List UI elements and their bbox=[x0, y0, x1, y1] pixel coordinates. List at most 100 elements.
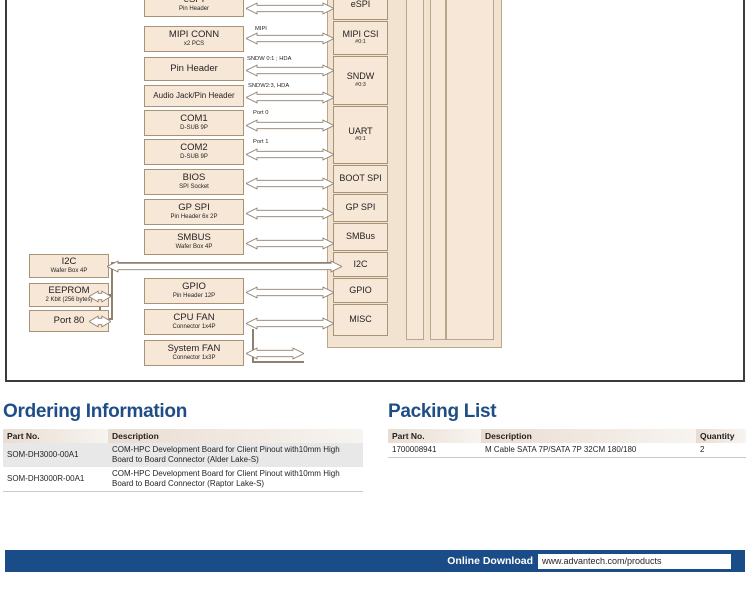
peripheral-box-title: EEPROM bbox=[48, 285, 90, 297]
module-box-title: Audio Jack/Pin Header bbox=[153, 90, 235, 100]
bidirectional-arrow-7 bbox=[246, 207, 334, 220]
bidirectional-arrow-5 bbox=[246, 148, 334, 161]
footer-bar: Online Download www.advantech.com/produc… bbox=[5, 550, 745, 572]
signal-cell-subtitle: #0:1 bbox=[355, 136, 366, 143]
signal-cell-1: MIPI CSI #0:1 bbox=[333, 21, 388, 55]
bidirectional-arrow-6 bbox=[246, 177, 334, 190]
bidirectional-arrow-14 bbox=[246, 347, 304, 360]
signal-cell-title: SMBus bbox=[345, 231, 375, 242]
peripheral-box-0: I2C Wafer Box 4P bbox=[29, 254, 109, 278]
bus-label-4: Port 0 bbox=[253, 110, 269, 116]
signal-cell-title: I2C bbox=[353, 258, 368, 269]
online-download-url[interactable]: www.advantech.com/products bbox=[538, 553, 731, 569]
ordering-table-header-row: Part No. Description bbox=[3, 429, 363, 443]
module-box-11: System FAN Connector 1x3P bbox=[144, 340, 244, 366]
signal-cell-2: SNDW #0:3 bbox=[333, 56, 388, 105]
module-box-8: SMBUS Wafer Box 4P bbox=[144, 229, 244, 255]
signal-cell-title: SNDW bbox=[346, 71, 375, 82]
signal-cell-subtitle: #0:1 bbox=[355, 39, 366, 46]
signal-cell-6: SMBus bbox=[333, 223, 388, 251]
signal-cell-title: eSPI bbox=[350, 0, 371, 10]
module-box-title: MIPI CONN bbox=[168, 29, 220, 41]
module-box-1: MIPI CONN x2 PCS bbox=[144, 26, 244, 52]
block-diagram-frame: #0:1 OCP Mezz Card Connector x1 eSPIPin … bbox=[5, 0, 745, 382]
module-box-subtitle: Connector 1x4P bbox=[172, 324, 216, 331]
bus-label-3: SNDW2:3, HDA bbox=[248, 83, 290, 89]
signal-cell-title: UART bbox=[348, 125, 373, 136]
module-box-subtitle: Wafer Box 4P bbox=[175, 244, 213, 251]
peripheral-box-subtitle: Wafer Box 4P bbox=[50, 268, 88, 275]
module-box-subtitle: Connector 1x3P bbox=[172, 355, 216, 362]
module-box-title: COM1 bbox=[180, 113, 208, 125]
module-box-subtitle: x2 PCS bbox=[183, 41, 205, 48]
bidirectional-arrow-11 bbox=[107, 260, 342, 273]
bidirectional-arrow-3 bbox=[246, 91, 334, 104]
signal-cell-8: GPIO bbox=[333, 278, 388, 303]
packing-table-header-row: Part No. Description Quantity bbox=[388, 429, 746, 443]
packing-cell-quantity: 2 bbox=[696, 443, 746, 458]
bus-label-2: SNDW 0:1 ; HDA bbox=[247, 56, 292, 62]
module-box-subtitle: Pin Header bbox=[178, 6, 210, 13]
bidirectional-arrow-8 bbox=[246, 237, 334, 250]
signal-cell-title: GPIO bbox=[349, 284, 372, 295]
module-box-7: GP SPI Pin Header 6x 2P bbox=[144, 199, 244, 225]
module-box-10: CPU FAN Connector 1x4P bbox=[144, 309, 244, 335]
ordering-cell-description: COM-HPC Development Board for Client Pin… bbox=[108, 443, 363, 467]
peripheral-box-title: I2C bbox=[61, 256, 77, 268]
ordering-table-row: SOM-DH3000-00A1 COM-HPC Development Board… bbox=[3, 443, 363, 467]
module-box-subtitle: D-SUB 9P bbox=[180, 154, 208, 161]
ordering-information-table: Part No. Description SOM-DH3000-00A1 COM-… bbox=[3, 429, 363, 492]
signal-cell-0: eSPI bbox=[333, 0, 388, 20]
soc-inner-column-b bbox=[430, 0, 446, 340]
module-box-title: Pin Header bbox=[170, 63, 218, 75]
ordering-cell-part-no: SOM-DH3000R-00A1 bbox=[3, 467, 108, 492]
module-box-2: Pin Header bbox=[144, 57, 244, 81]
packing-table-row: 1700008941 M Cable SATA 7P/SATA 7P 32CM 1… bbox=[388, 443, 746, 458]
module-box-title: SMBUS bbox=[177, 232, 211, 244]
signal-cell-3: UART #0:1 bbox=[333, 106, 388, 164]
module-box-subtitle: Pin Header 12P bbox=[172, 293, 216, 300]
ordering-cell-description: COM-HPC Development Board for Client Pin… bbox=[108, 467, 363, 492]
bidirectional-arrow-4 bbox=[246, 119, 334, 132]
ordering-cell-part-no: SOM-DH3000-00A1 bbox=[3, 443, 108, 467]
module-box-3: Audio Jack/Pin Header bbox=[144, 85, 244, 107]
signal-cell-title: MISC bbox=[349, 314, 372, 325]
module-box-subtitle: D-SUB 9P bbox=[180, 125, 208, 132]
module-box-4: COM1 D-SUB 9P bbox=[144, 110, 244, 136]
module-box-6: BIOS SPI Socket bbox=[144, 169, 244, 195]
packing-cell-description: M Cable SATA 7P/SATA 7P 32CM 180/180 bbox=[481, 443, 696, 458]
packing-header-quantity: Quantity bbox=[696, 429, 746, 443]
peripheral-box-title: Port 80 bbox=[53, 315, 85, 327]
module-box-subtitle: Pin Header 6x 2P bbox=[170, 214, 218, 221]
signal-cell-title: BOOT SPI bbox=[339, 173, 382, 184]
module-box-title: BIOS bbox=[182, 172, 206, 184]
bidirectional-arrow-9 bbox=[246, 286, 334, 299]
signal-cell-title: MIPI CSI bbox=[342, 28, 379, 39]
bidirectional-arrow-1 bbox=[246, 32, 334, 45]
packing-cell-part-no: 1700008941 bbox=[388, 443, 481, 458]
packing-list-title: Packing List bbox=[388, 401, 497, 422]
signal-cell-5: GP SPI bbox=[333, 194, 388, 222]
ordering-header-part-no: Part No. bbox=[3, 429, 108, 443]
bidirectional-arrow-12 bbox=[89, 290, 111, 303]
module-box-0: eSPIPin Header bbox=[144, 0, 244, 17]
bidirectional-arrow-13 bbox=[89, 315, 111, 328]
module-box-title: COM2 bbox=[180, 142, 208, 154]
signal-cell-subtitle: #0:3 bbox=[355, 81, 366, 88]
packing-header-part-no: Part No. bbox=[388, 429, 481, 443]
module-box-5: COM2 D-SUB 9P bbox=[144, 139, 244, 165]
ordering-information-title: Ordering Information bbox=[3, 401, 188, 422]
module-box-title: System FAN bbox=[167, 343, 221, 355]
peripheral-box-subtitle: 2 Kbit (256 bytes) bbox=[45, 297, 93, 304]
module-box-title: GPIO bbox=[182, 281, 206, 293]
online-download-label: Online Download bbox=[447, 555, 533, 567]
bidirectional-arrow-2 bbox=[246, 64, 334, 77]
soc-inner-column-a bbox=[406, 0, 424, 340]
bidirectional-arrow-0 bbox=[246, 2, 334, 15]
bidirectional-arrow-10 bbox=[246, 317, 334, 330]
packing-list-table: Part No. Description Quantity 1700008941… bbox=[388, 429, 746, 458]
module-box-title: GP SPI bbox=[178, 202, 210, 214]
bus-label-5: Port 1 bbox=[253, 139, 269, 145]
module-box-title: CPU FAN bbox=[173, 312, 215, 324]
module-box-9: GPIO Pin Header 12P bbox=[144, 278, 244, 304]
